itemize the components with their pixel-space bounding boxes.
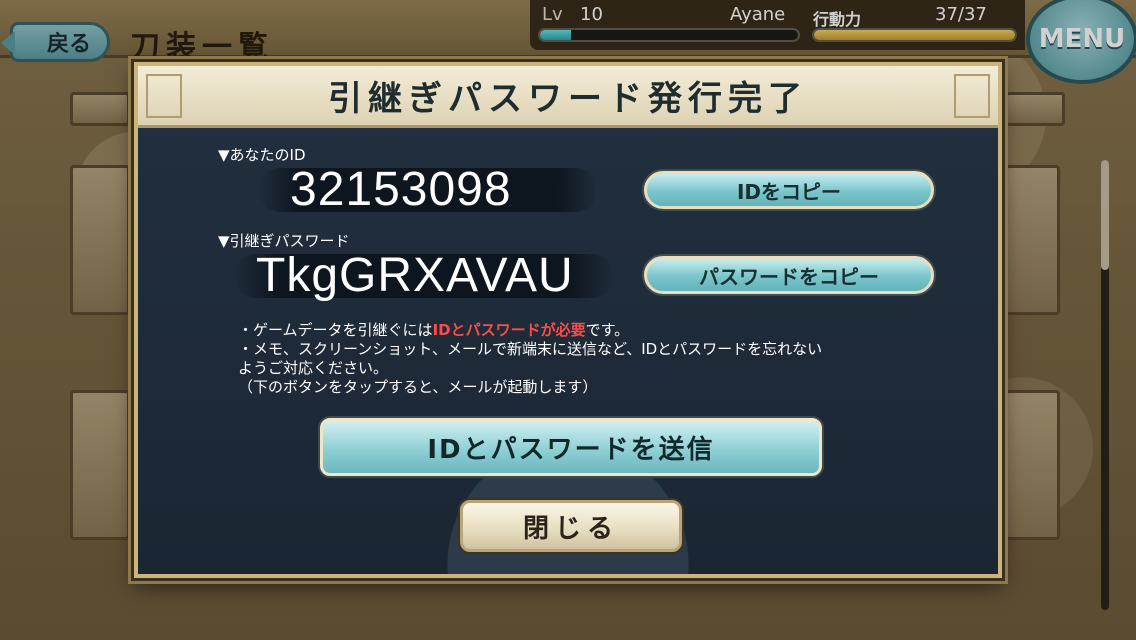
copy-id-button[interactable]: IDをコピー [644,171,934,209]
note-line-1-text: ・ゲームデータを引継ぐには [238,321,433,339]
note-line-1: ・ゲームデータを引継ぐにはIDとパスワードが必要です。 [238,321,629,340]
note-line-3: ようご対応ください。 [238,359,389,377]
note-line-4: （下のボタンをタップすると、メールが起動します） [238,378,598,396]
header-ornament-left [146,74,182,118]
id-value: 32153098 [290,163,512,216]
password-issued-dialog: 引継ぎパスワード発行完了 ▼あなたのID 32153098 IDをコピー ▼引継… [131,59,1005,581]
note-line-1-suffix: です。 [585,321,630,339]
password-value: TkgGRXAVAU [256,249,574,302]
header-ornament-right [954,74,990,118]
note-line-2: ・メモ、スクリーンショット、メールで新端末に送信など、IDとパスワードを忘れない [238,340,823,358]
copy-password-button[interactable]: パスワードをコピー [644,256,934,294]
note-highlight: IDとパスワードが必要 [432,321,586,339]
dialog-header: 引継ぎパスワード発行完了 [138,66,998,128]
close-button[interactable]: 閉じる [460,500,682,552]
dialog-title: 引継ぎパスワード発行完了 [328,79,808,119]
dialog-background [138,66,998,574]
send-id-password-button[interactable]: IDとパスワードを送信 [320,418,822,476]
